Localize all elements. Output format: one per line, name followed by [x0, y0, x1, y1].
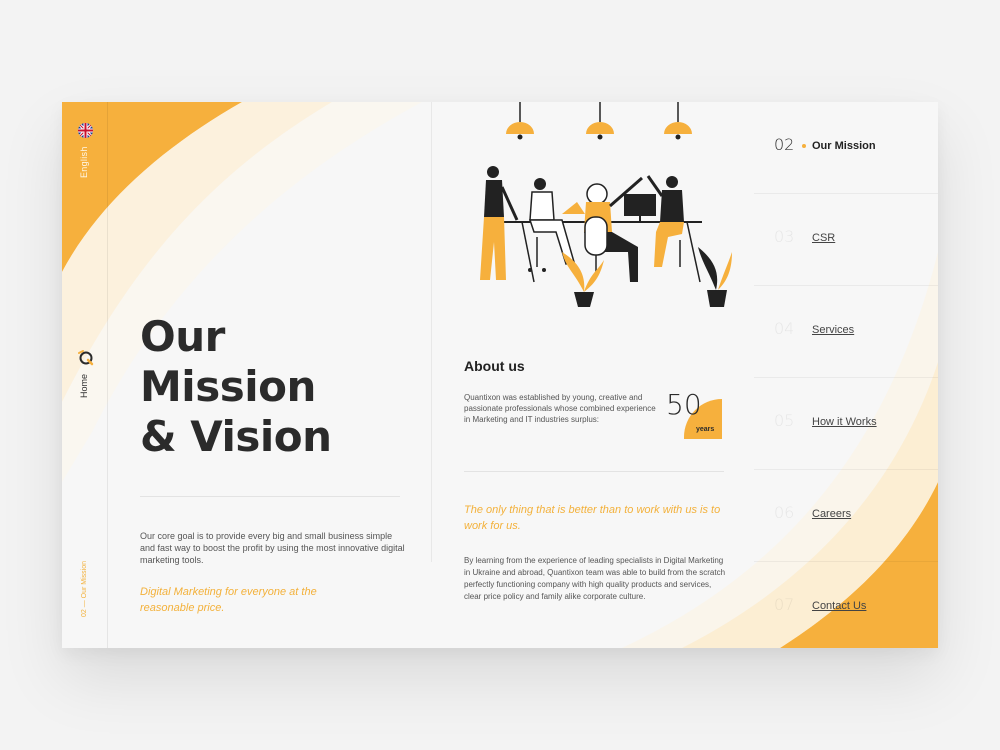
nav-item-contact-us[interactable]: 07 Contact Us — [754, 562, 938, 648]
about-tagline: The only thing that is better than to wo… — [464, 504, 721, 532]
core-goal-text: Our core goal is to provide every big an… — [140, 531, 405, 565]
title-line: & Vision — [140, 412, 332, 461]
nav-item-our-mission[interactable]: 02 Our Mission — [754, 102, 938, 194]
nav-number: 04 — [774, 319, 795, 338]
page-card: English Home 02 — Our Mission Our Missio… — [62, 102, 938, 648]
title-line: Mission — [140, 362, 316, 411]
uk-flag-icon[interactable] — [78, 123, 93, 138]
nav-number: 03 — [774, 227, 795, 246]
years-value: 50 — [666, 388, 702, 421]
about-title: About us — [464, 358, 525, 374]
section-nav: 02 Our Mission 03 CSR 04 Services 05 How… — [754, 102, 938, 648]
nav-label[interactable]: Careers — [812, 508, 851, 520]
left-sidebar: English Home 02 — Our Mission — [62, 102, 108, 648]
nav-label[interactable]: Services — [812, 324, 854, 336]
active-dot-icon — [802, 144, 806, 148]
about-long-text: By learning from the experience of leadi… — [464, 556, 726, 601]
hero-tagline: Digital Marketing for everyone at the re… — [140, 586, 317, 614]
nav-number: 02 — [774, 135, 795, 154]
nav-label[interactable]: Contact Us — [812, 600, 866, 612]
nav-item-csr[interactable]: 03 CSR — [754, 194, 938, 286]
column-divider — [431, 102, 432, 562]
nav-number: 05 — [774, 411, 795, 430]
home-link[interactable]: Home — [79, 374, 89, 398]
team-illustration — [480, 102, 732, 307]
title-line: Our — [140, 312, 225, 361]
pendant-lamps — [506, 102, 692, 140]
nav-label[interactable]: How it Works — [812, 416, 877, 428]
page-title: Our Mission & Vision — [140, 312, 332, 462]
years-label: years — [696, 426, 715, 433]
logo-icon[interactable] — [77, 349, 95, 367]
nav-number: 06 — [774, 503, 795, 522]
nav-item-careers[interactable]: 06 Careers — [754, 470, 938, 562]
nav-item-how-it-works[interactable]: 05 How it Works — [754, 378, 938, 470]
section-indicator: 02 — Our Mission — [81, 560, 88, 617]
nav-label: Our Mission — [812, 140, 876, 152]
divider — [464, 471, 724, 472]
nav-label[interactable]: CSR — [812, 232, 835, 244]
nav-item-services[interactable]: 04 Services — [754, 286, 938, 378]
divider — [140, 496, 400, 497]
language-selector[interactable]: English — [79, 146, 89, 178]
years-badge: 50 years — [666, 391, 722, 439]
about-body: Quantixon was established by young, crea… — [464, 393, 656, 424]
nav-number: 07 — [774, 595, 795, 614]
